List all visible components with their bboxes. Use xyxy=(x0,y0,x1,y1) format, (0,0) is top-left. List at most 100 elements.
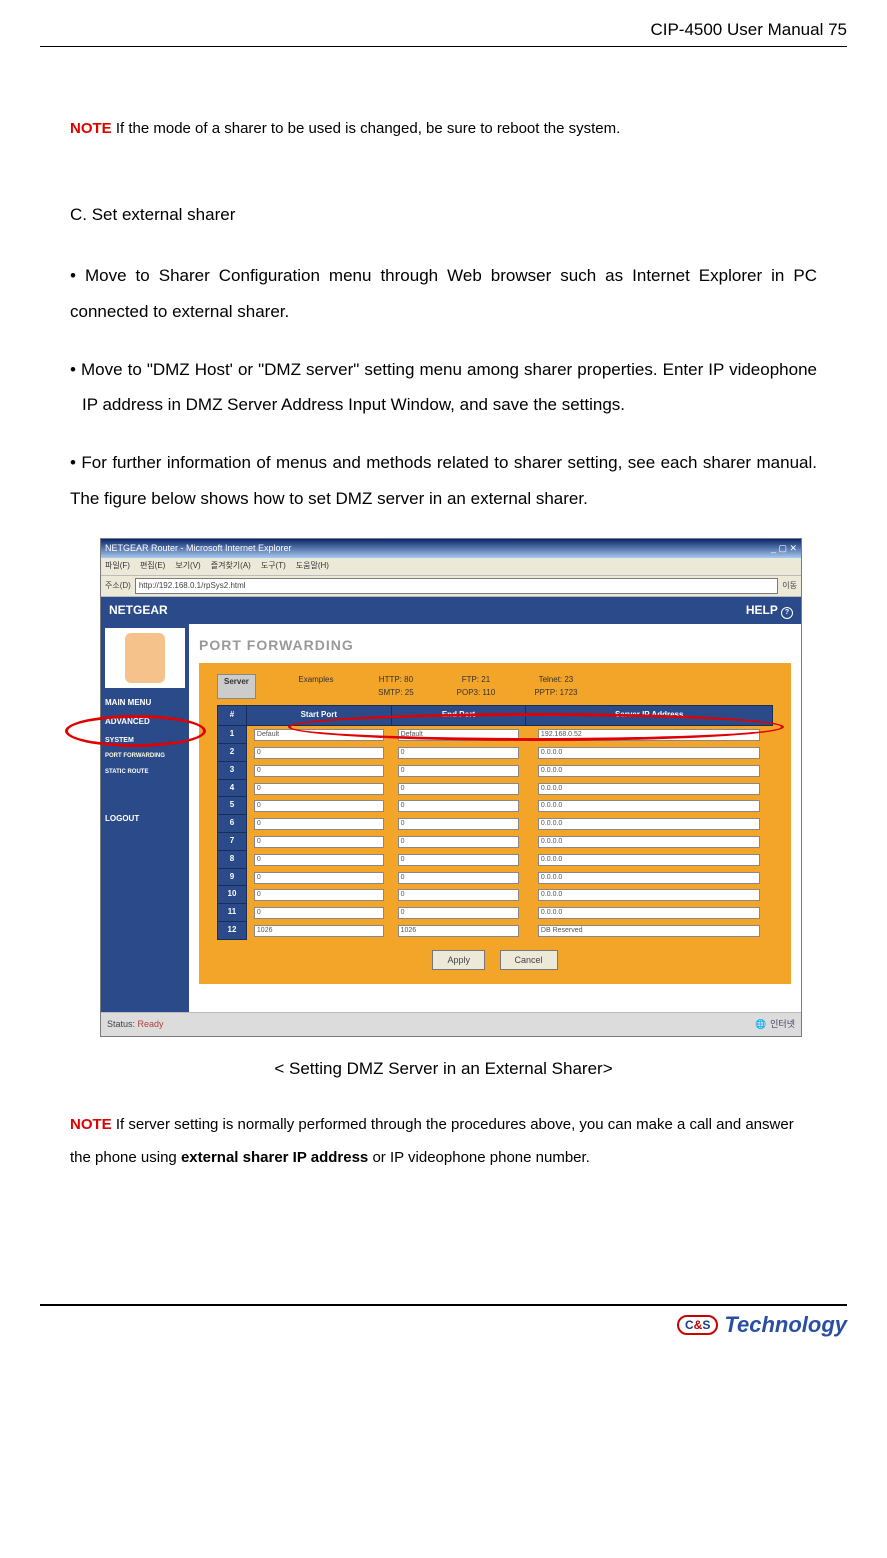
table-row: 1DefaultDefault192.168.0.52 xyxy=(218,726,773,744)
end-port-input[interactable]: 0 xyxy=(398,836,520,848)
address-bar: 주소(D) http://192.168.0.1/rpSys2.html 이동 xyxy=(101,576,801,598)
menu-file[interactable]: 파일(F) xyxy=(105,560,130,573)
th-end-port: End Port xyxy=(391,706,526,726)
menu-edit[interactable]: 편집(E) xyxy=(140,560,165,573)
row-num: 10 xyxy=(218,886,247,904)
ip-input[interactable]: 0.0.0.0 xyxy=(538,836,761,848)
end-port-input[interactable]: 0 xyxy=(398,889,520,901)
end-port-input[interactable]: 0 xyxy=(398,818,520,830)
ip-input[interactable]: 0.0.0.0 xyxy=(538,800,761,812)
start-port-input[interactable]: 0 xyxy=(254,747,384,759)
figure-caption: < Setting DMZ Server in an External Shar… xyxy=(70,1055,817,1082)
start-port-input[interactable]: 0 xyxy=(254,783,384,795)
row-end-port: 0 xyxy=(391,868,526,886)
ip-input[interactable]: 192.168.0.52 xyxy=(538,729,761,741)
table-row: 7000.0.0.0 xyxy=(218,833,773,851)
side-port-fwd[interactable]: PORT FORWARDING xyxy=(105,749,185,765)
row-start-port: 0 xyxy=(247,761,392,779)
end-port-input[interactable]: 0 xyxy=(398,765,520,777)
side-main-menu[interactable]: MAIN MENU xyxy=(105,694,185,713)
button-row: Apply Cancel xyxy=(217,940,773,970)
end-port-input[interactable]: 0 xyxy=(398,872,520,884)
row-end-port: 0 xyxy=(391,779,526,797)
side-logout[interactable]: LOGOUT xyxy=(105,810,185,829)
example-3: Telnet: 23PPTP: 1723 xyxy=(516,674,596,700)
end-port-input[interactable]: 0 xyxy=(398,747,520,759)
table-row: 10 0 0 0.0.0.0 xyxy=(218,886,773,904)
row-ip: 192.168.0.52 xyxy=(526,726,773,744)
figure-dmz-screenshot: NETGEAR Router - Microsoft Internet Expl… xyxy=(100,538,800,1036)
ip-input[interactable]: 0.0.0.0 xyxy=(538,907,761,919)
row-num: 4 xyxy=(218,779,247,797)
start-port-input[interactable]: 1026 xyxy=(254,925,384,937)
row-ip: 0.0.0.0 xyxy=(526,779,773,797)
row-end-port: 0 xyxy=(391,761,526,779)
address-input[interactable]: http://192.168.0.1/rpSys2.html xyxy=(135,578,778,595)
end-port-input[interactable]: Default xyxy=(398,729,520,741)
start-port-input[interactable]: 0 xyxy=(254,872,384,884)
start-port-input[interactable]: 0 xyxy=(254,907,384,919)
table-row: 8000.0.0.0 xyxy=(218,850,773,868)
ip-input[interactable]: 0.0.0.0 xyxy=(538,818,761,830)
ip-input[interactable]: DB Reserved xyxy=(538,925,761,937)
start-port-input[interactable]: 0 xyxy=(254,818,384,830)
ip-input[interactable]: 0.0.0.0 xyxy=(538,783,761,795)
row-num: 5 xyxy=(218,797,247,815)
side-static-route[interactable]: STATIC ROUTE xyxy=(105,765,185,781)
row-end-port: 0 xyxy=(391,904,526,922)
browser-title: NETGEAR Router - Microsoft Internet Expl… xyxy=(105,541,292,555)
start-port-input[interactable]: 0 xyxy=(254,765,384,777)
manual-title: CIP-4500 User Manual xyxy=(650,20,823,39)
go-button[interactable]: 이동 xyxy=(782,580,797,593)
start-port-input[interactable]: 0 xyxy=(254,800,384,812)
ip-input[interactable]: 0.0.0.0 xyxy=(538,854,761,866)
bullet-2: • Move to "DMZ Host' or "DMZ server" set… xyxy=(70,352,817,423)
start-port-input[interactable]: 0 xyxy=(254,836,384,848)
row-ip: DB Reserved xyxy=(526,922,773,940)
end-port-input[interactable]: 0 xyxy=(398,907,520,919)
cancel-button[interactable]: Cancel xyxy=(500,950,558,970)
row-num: 11 xyxy=(218,904,247,922)
menu-help[interactable]: 도움말(H) xyxy=(296,560,329,573)
browser-titlebar: NETGEAR Router - Microsoft Internet Expl… xyxy=(101,539,801,557)
start-port-input[interactable]: 0 xyxy=(254,889,384,901)
ip-input[interactable]: 0.0.0.0 xyxy=(538,747,761,759)
row-ip: 0.0.0.0 xyxy=(526,761,773,779)
browser-menubar: 파일(F) 편집(E) 보기(V) 즐겨찾기(A) 도구(T) 도움말(H) xyxy=(101,558,801,576)
server-tab[interactable]: Server xyxy=(217,674,256,700)
row-ip: 0.0.0.0 xyxy=(526,886,773,904)
side-advanced[interactable]: ADVANCED xyxy=(105,713,185,732)
menu-view[interactable]: 보기(V) xyxy=(175,560,200,573)
end-port-input[interactable]: 0 xyxy=(398,854,520,866)
th-start-port: Start Port xyxy=(247,706,392,726)
th-server-ip: Server IP Address xyxy=(526,706,773,726)
row-num: 12 xyxy=(218,922,247,940)
port-forwarding-panel: Server Examples HTTP: 80SMTP: 25 FTP: 21… xyxy=(199,663,791,984)
help-link[interactable]: HELP ? xyxy=(746,601,793,620)
apply-button[interactable]: Apply xyxy=(432,950,485,970)
footer-logo: C&S Technology xyxy=(677,1312,847,1338)
start-port-input[interactable]: 0 xyxy=(254,854,384,866)
status-value: Ready xyxy=(138,1019,164,1029)
row-end-port: Default xyxy=(391,726,526,744)
row-ip: 0.0.0.0 xyxy=(526,850,773,868)
start-port-input[interactable]: Default xyxy=(254,729,384,741)
menu-tools[interactable]: 도구(T) xyxy=(261,560,286,573)
ip-input[interactable]: 0.0.0.0 xyxy=(538,872,761,884)
row-start-port: 0 xyxy=(247,779,392,797)
table-row: 5000.0.0.0 xyxy=(218,797,773,815)
row-start-port: 0 xyxy=(247,868,392,886)
side-system[interactable]: SYSTEM xyxy=(105,732,185,749)
end-port-input[interactable]: 0 xyxy=(398,800,520,812)
ip-input[interactable]: 0.0.0.0 xyxy=(538,765,761,777)
menu-fav[interactable]: 즐겨찾기(A) xyxy=(211,560,251,573)
end-port-input[interactable]: 0 xyxy=(398,783,520,795)
row-start-port: 0 xyxy=(247,833,392,851)
table-header-row: # Start Port End Port Server IP Address xyxy=(218,706,773,726)
section-c-title: C. Set external sharer xyxy=(70,201,817,228)
note-2-bold: external sharer IP address xyxy=(181,1149,368,1166)
end-port-input[interactable]: 1026 xyxy=(398,925,520,937)
ip-input[interactable]: 0.0.0.0 xyxy=(538,889,761,901)
table-row: 2000.0.0.0 xyxy=(218,744,773,762)
row-start-port: 0 xyxy=(247,886,392,904)
